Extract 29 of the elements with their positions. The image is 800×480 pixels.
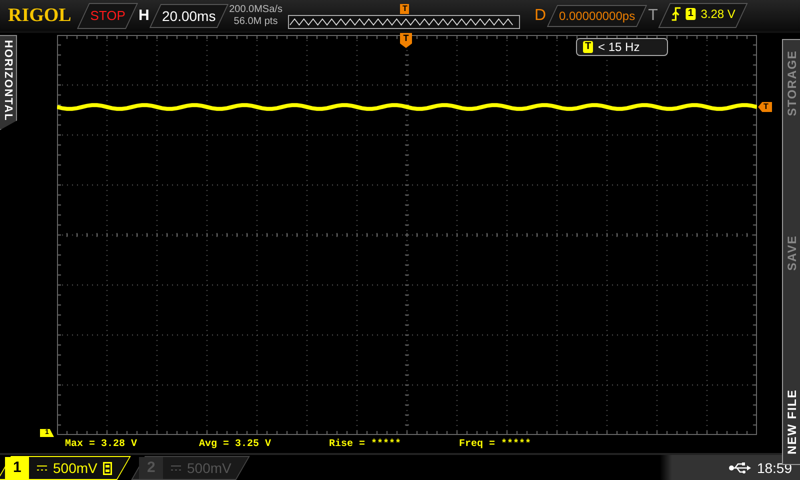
trigger-position-marker: T bbox=[400, 33, 412, 48]
menu-item[interactable]: STORAGE bbox=[784, 50, 798, 116]
horizontal-tab[interactable]: HORIZONTAL bbox=[0, 35, 17, 130]
trigger-position-marker: T bbox=[400, 4, 410, 14]
frequency-value: < 15 Hz bbox=[598, 40, 640, 54]
channel-tab[interactable]: 1 500mV bbox=[0, 456, 131, 480]
delay-value: 0.00000000ps bbox=[546, 4, 648, 26]
horizontal-label: H bbox=[138, 7, 150, 24]
measurement-reading: Max = 3.28 V bbox=[65, 438, 138, 450]
brand-logo: RIGOL bbox=[8, 4, 72, 26]
measurement-reading: Rise = ***** bbox=[329, 438, 402, 450]
dc-coupling-icon bbox=[37, 464, 48, 470]
menu-item[interactable]: NEW FILE bbox=[784, 388, 798, 454]
trigger-source-badge: 1 bbox=[686, 8, 696, 20]
dc-coupling-icon bbox=[171, 464, 182, 470]
trigger-label: T bbox=[648, 6, 658, 24]
trigger-source-badge: T bbox=[583, 41, 593, 53]
delay-label: D bbox=[534, 6, 546, 24]
menu-item[interactable]: SAVE bbox=[784, 234, 798, 270]
memory-depth: 56.0M pts bbox=[234, 16, 278, 28]
trigger-level-marker: T bbox=[758, 102, 772, 112]
measurement-reading: Avg = 3.25 V bbox=[199, 438, 272, 450]
trigger-level: 3.28 V bbox=[700, 7, 736, 21]
timebase-value: 20.00ms bbox=[150, 4, 229, 28]
usb-icon bbox=[728, 462, 751, 474]
rising-edge-icon bbox=[672, 7, 681, 21]
sample-rate: 200.0MSa/s bbox=[229, 4, 282, 16]
measurement-reading: Freq = ***** bbox=[459, 438, 532, 450]
run-stop-status[interactable]: STOP bbox=[77, 2, 139, 28]
